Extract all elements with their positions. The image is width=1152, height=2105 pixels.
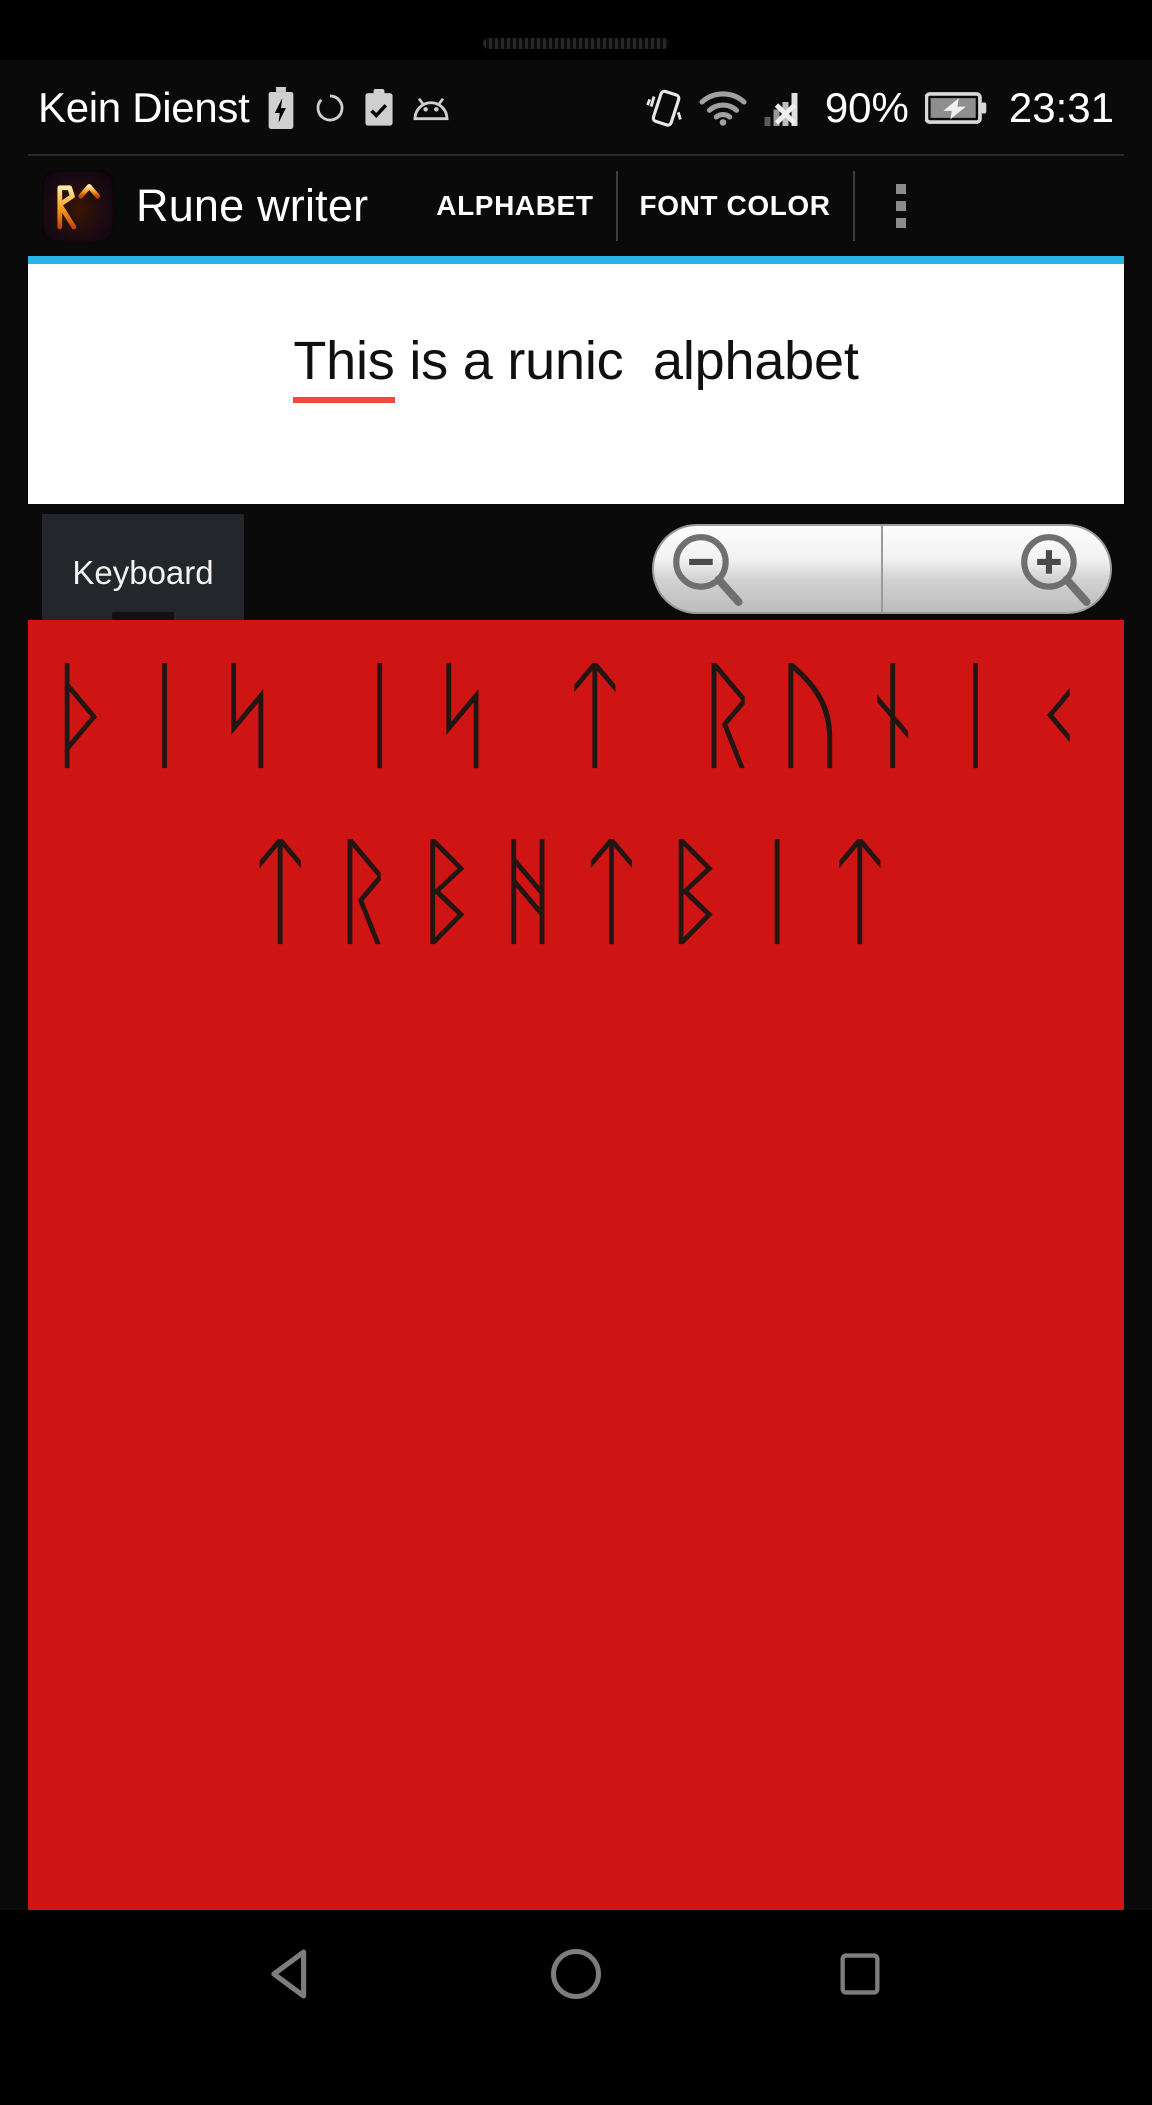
nav-home-button[interactable] <box>528 1926 624 2022</box>
text-editor-field[interactable]: This is a runic alphabet <box>28 264 1124 504</box>
signal-no-sim-icon <box>764 93 798 126</box>
action-alphabet[interactable]: ALPHABET <box>414 190 615 222</box>
zoom-controls-group <box>652 524 1112 614</box>
status-bar-right-group: 90% 23:31 <box>645 84 1114 132</box>
speaker-grille <box>483 38 669 49</box>
sync-icon <box>317 94 344 122</box>
zoom-in-icon <box>1021 534 1091 606</box>
top-bezel <box>0 0 1152 60</box>
overflow-dot-1 <box>895 184 906 194</box>
app-bar: Rune writer ALPHABET FONT COLOR <box>0 158 1152 254</box>
nav-back-button[interactable] <box>244 1926 340 2022</box>
rune-line-1: ᚦᛁᛋ ᛁᛋ ᛏ ᚱᚢᚾᛁᚲ <box>46 646 1106 784</box>
overflow-dot-3 <box>895 218 906 228</box>
overflow-dot-2 <box>895 201 906 211</box>
editor-text-rest: is a runic alphabet <box>394 331 859 392</box>
overflow-menu-icon[interactable] <box>859 184 943 228</box>
phone-device-frame: Kein Dienst 90% 23:31 Rune writer ALPHAB… <box>0 0 1152 2105</box>
android-navigation-bar <box>0 1910 1152 2038</box>
battery-charging-icon <box>924 92 987 124</box>
keyboard-button[interactable]: Keyboard <box>42 514 244 632</box>
status-bar-divider <box>28 154 1124 156</box>
nav-recents-button[interactable] <box>812 1926 908 2022</box>
app-logo-icon <box>42 170 114 242</box>
app-title: Rune writer <box>136 180 369 231</box>
wifi-icon <box>699 91 747 126</box>
clipboard-check-icon <box>365 89 394 126</box>
appbar-divider-2 <box>852 171 855 241</box>
bottom-bezel <box>0 2038 1152 2105</box>
misspelled-word[interactable]: This <box>293 331 395 404</box>
keyboard-button-label: Keyboard <box>72 554 214 591</box>
status-bar-left-group: Kein Dienst <box>38 84 451 132</box>
accent-underline <box>28 256 1124 264</box>
carrier-label: Kein Dienst <box>38 84 250 131</box>
home-circle-icon <box>551 1949 601 1999</box>
back-triangle-icon <box>271 1949 307 1999</box>
editor-text-content: This is a runic alphabet <box>293 331 859 404</box>
zoom-in-button[interactable] <box>883 524 1112 614</box>
control-row: Keyboard <box>0 506 1152 632</box>
vibrate-icon <box>646 89 682 127</box>
rune-line-2: ᛏᚱᛒᚻᛏᛒᛁᛏ <box>244 822 908 960</box>
battery-percent-label: 90% <box>824 84 909 131</box>
clock-label: 23:31 <box>1008 84 1114 131</box>
battery-saver-icon <box>269 87 294 129</box>
zoom-out-icon <box>673 534 743 606</box>
action-font-color[interactable]: FONT COLOR <box>618 190 853 222</box>
android-icon <box>414 97 449 121</box>
status-bar: Kein Dienst 90% 23:31 <box>0 62 1152 154</box>
keyboard-button-indicator <box>112 612 174 620</box>
recents-square-icon <box>840 1953 880 1995</box>
rune-output-canvas[interactable]: ᚦᛁᛋ ᛁᛋ ᛏ ᚱᚢᚾᛁᚲ ᛏᚱᛒᚻᛏᛒᛁᛏ <box>28 620 1124 1910</box>
zoom-out-button[interactable] <box>652 524 883 614</box>
